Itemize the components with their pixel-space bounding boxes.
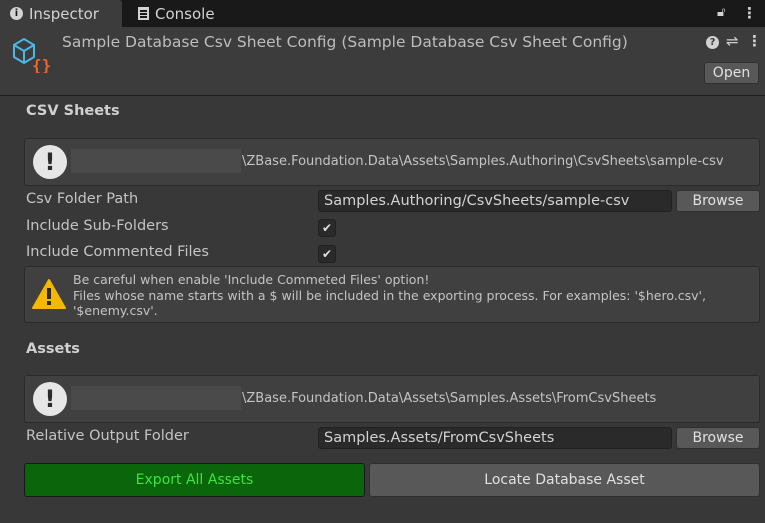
include-commented-checkbox[interactable]: ✔ [318, 245, 336, 263]
csv-folder-field[interactable]: Samples.Authoring/CsvSheets/sample-csv [318, 190, 672, 212]
warning-line: Be careful when enable 'Include Commeted… [73, 272, 430, 287]
include-subfolders-label: Include Sub-Folders [26, 218, 169, 234]
console-icon [138, 7, 149, 20]
path-info-text: \ZBase.Foundation.Data\Assets\Samples.Au… [242, 154, 724, 169]
lock-icon[interactable]: 🔓︎ [717, 5, 729, 20]
warning-line: Files whose name starts with a $ will be… [73, 287, 706, 319]
tab-inspector[interactable]: i Inspector [0, 0, 122, 27]
section-heading-assets: Assets [26, 341, 80, 357]
output-folder-label: Relative Output Folder [26, 428, 189, 444]
inspector-header: {} Sample Database Csv Sheet Config (Sam… [0, 27, 765, 96]
more-icon[interactable]: ⋮ [742, 4, 757, 22]
browse-output-button[interactable]: Browse [676, 427, 760, 449]
warning-icon [32, 279, 66, 309]
path-info-box: ! \ZBase.Foundation.Data\Assets\Samples.… [24, 138, 760, 186]
warning-box: Be careful when enable 'Include Commeted… [24, 266, 760, 323]
redacted-path [71, 386, 241, 410]
svg-text:{}: {} [32, 56, 51, 73]
locate-database-asset-button[interactable]: Locate Database Asset [369, 463, 760, 497]
tab-bar: i Inspector Console 🔓︎ ⋮ [0, 0, 765, 27]
tab-console[interactable]: Console [128, 0, 225, 27]
browse-csv-button[interactable]: Browse [676, 190, 760, 212]
help-icon[interactable]: ? [706, 36, 719, 49]
tab-label: Inspector [29, 4, 99, 23]
path-info-box: ! \ZBase.Foundation.Data\Assets\Samples.… [24, 375, 760, 423]
path-info-text: \ZBase.Foundation.Data\Assets\Samples.As… [242, 391, 657, 406]
presets-icon[interactable]: ⇌ [726, 32, 739, 50]
include-commented-label: Include Commented Files [26, 244, 209, 260]
include-subfolders-checkbox[interactable]: ✔ [318, 219, 336, 237]
output-folder-field[interactable]: Samples.Assets/FromCsvSheets [318, 427, 672, 449]
export-all-assets-button[interactable]: Export All Assets [24, 463, 365, 497]
object-title: Sample Database Csv Sheet Config (Sample… [62, 33, 628, 51]
csv-folder-label: Csv Folder Path [26, 191, 139, 207]
info-bubble-icon: ! [33, 145, 67, 179]
tab-label: Console [155, 4, 215, 23]
info-icon: i [10, 7, 23, 20]
more-icon[interactable]: ⋮ [747, 32, 762, 50]
scriptable-object-icon: {} [13, 37, 51, 73]
section-heading-csv: CSV Sheets [26, 103, 120, 119]
redacted-path [71, 149, 241, 173]
open-button[interactable]: Open [704, 62, 759, 84]
info-bubble-icon: ! [33, 382, 67, 416]
